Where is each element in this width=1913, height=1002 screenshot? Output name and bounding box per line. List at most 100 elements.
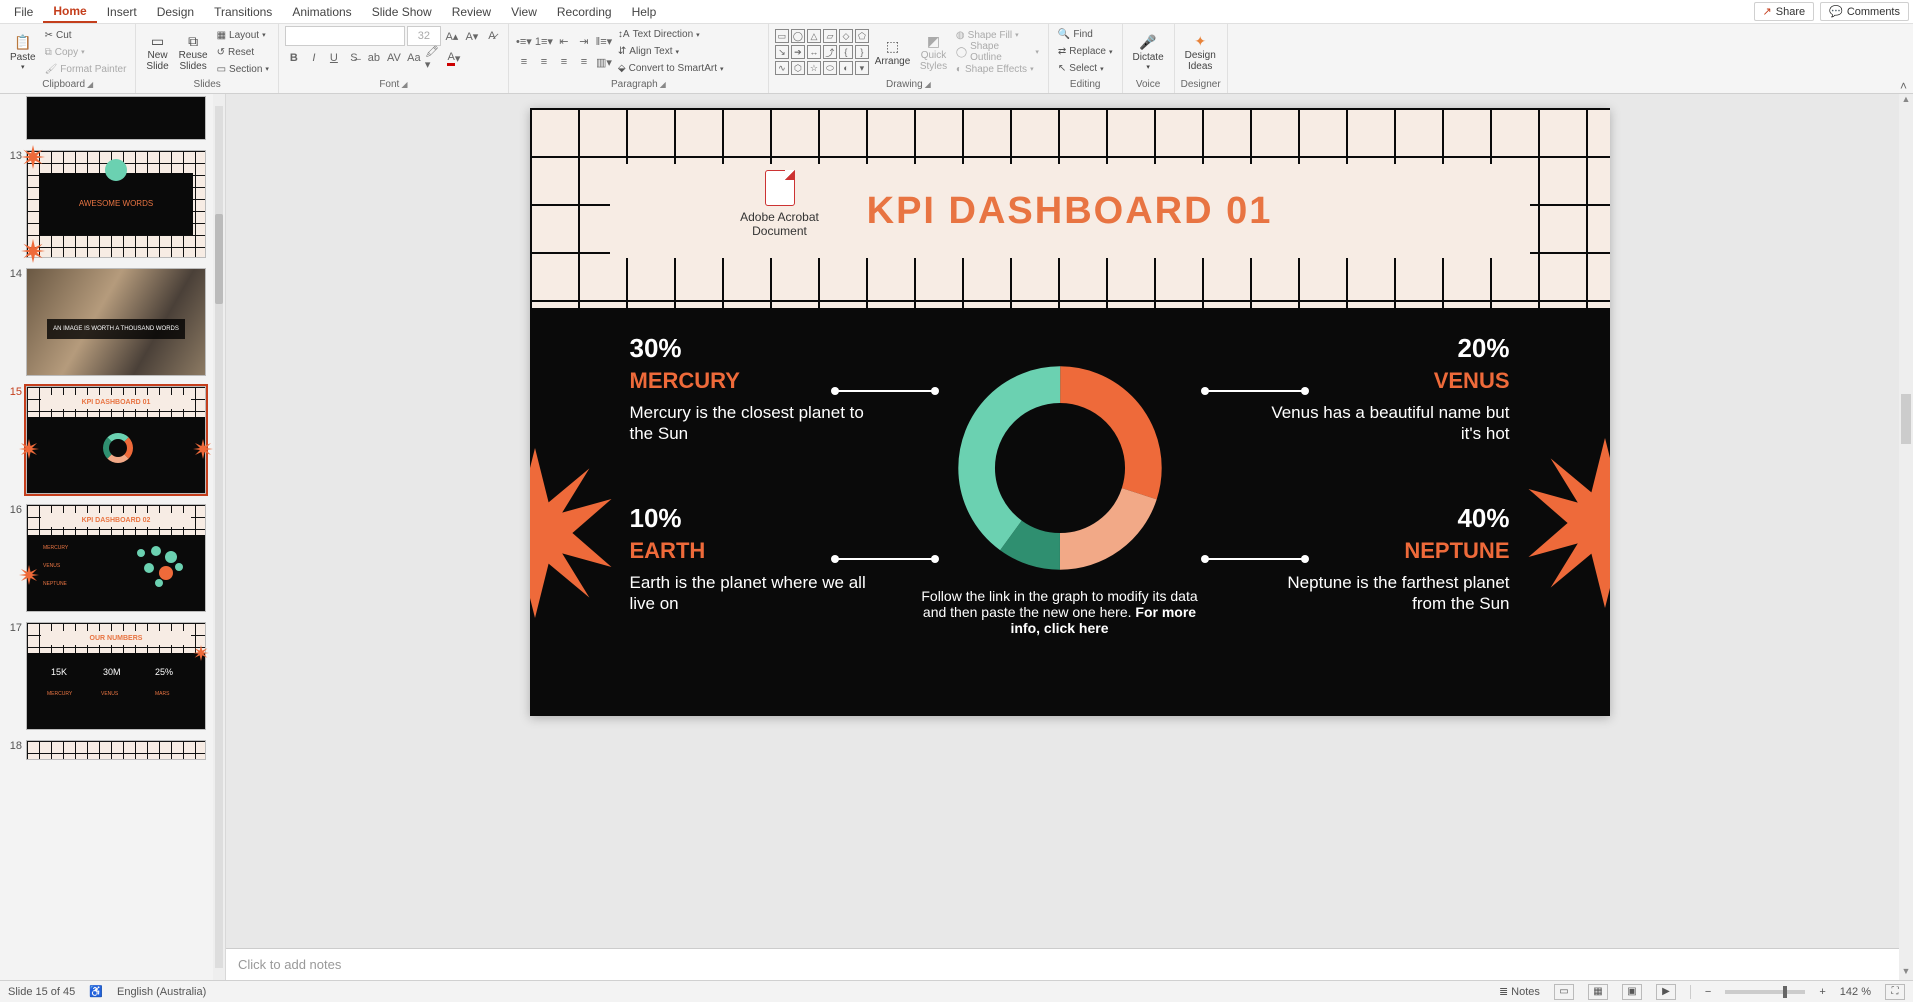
kpi-mercury[interactable]: 30% MERCURY Mercury is the closest plane… (630, 333, 890, 445)
convert-smartart-button[interactable]: ⬙Convert to SmartArt▾ (615, 61, 727, 77)
zoom-level[interactable]: 142 % (1840, 986, 1871, 998)
burst-shape-left[interactable] (530, 448, 620, 618)
underline-button[interactable]: U (325, 49, 343, 67)
shadow-button[interactable]: ab (365, 49, 383, 67)
notes-pane[interactable]: Click to add notes (226, 948, 1913, 980)
tab-help[interactable]: Help (622, 2, 667, 22)
drawing-dialog-launcher[interactable]: ◢ (925, 80, 931, 89)
notes-toggle[interactable]: ≣Notes (1499, 985, 1540, 998)
tab-file[interactable]: File (4, 2, 43, 22)
bold-button[interactable]: B (285, 49, 303, 67)
bullets-button[interactable]: •≡▾ (515, 32, 533, 50)
connector-venus[interactable] (1205, 390, 1305, 392)
replace-button[interactable]: ⇄Replace▾ (1055, 44, 1116, 60)
thumbs-scrollbar[interactable] (213, 94, 225, 980)
line-spacing-button[interactable]: ‖≡▾ (595, 32, 613, 50)
accessibility-icon[interactable]: ♿ (89, 985, 103, 998)
format-painter-button[interactable]: 🖌Format Painter (42, 61, 130, 77)
cut-button[interactable]: ✂Cut (42, 27, 130, 43)
normal-view-button[interactable]: ▭ (1554, 984, 1574, 1000)
copy-button[interactable]: ⧉Copy▾ (42, 44, 130, 60)
dictate-button[interactable]: 🎤Dictate▾ (1129, 26, 1168, 78)
increase-indent-button[interactable]: ⇥ (575, 32, 593, 50)
slide-title[interactable]: KPI DASHBOARD 01 (867, 190, 1273, 233)
new-slide-button[interactable]: ▭New Slide (142, 26, 172, 78)
align-center-button[interactable]: ≡ (535, 53, 553, 71)
align-text-button[interactable]: ⇵Align Text▾ (615, 44, 727, 60)
reuse-slides-button[interactable]: ⧉Reuse Slides (175, 26, 212, 78)
connector-neptune[interactable] (1205, 558, 1305, 560)
zoom-out-button[interactable]: − (1705, 986, 1711, 998)
slide-canvas-area[interactable]: KPI DASHBOARD 01 Adobe Acrobat Document … (226, 94, 1913, 948)
shape-outline-button[interactable]: ◯Shape Outline▾ (953, 44, 1042, 60)
char-spacing-button[interactable]: AV (385, 49, 403, 67)
fit-to-window-button[interactable]: ⛶ (1885, 984, 1905, 1000)
sorter-view-button[interactable]: ▦ (1588, 984, 1608, 1000)
layout-button[interactable]: ▦Layout▾ (214, 27, 272, 43)
change-case-button[interactable]: Aa (405, 49, 423, 67)
shape-effects-button[interactable]: ◐Shape Effects▾ (953, 61, 1042, 77)
embedded-pdf-object[interactable]: Adobe Acrobat Document (725, 170, 835, 238)
tab-transitions[interactable]: Transitions (204, 2, 282, 22)
current-slide[interactable]: KPI DASHBOARD 01 Adobe Acrobat Document … (530, 108, 1610, 716)
editor-scrollbar[interactable]: ▲ ▼ (1899, 94, 1913, 980)
connector-earth[interactable] (835, 558, 935, 560)
font-size-select[interactable] (407, 26, 441, 46)
slide-thumb-14[interactable]: AN IMAGE IS WORTH A THOUSAND WORDS (26, 268, 206, 376)
justify-button[interactable]: ≡ (575, 53, 593, 71)
tab-animations[interactable]: Animations (282, 2, 361, 22)
burst-shape-right[interactable] (1520, 438, 1610, 608)
italic-button[interactable]: I (305, 49, 323, 67)
columns-button[interactable]: ▥▾ (595, 53, 613, 71)
align-left-button[interactable]: ≡ (515, 53, 533, 71)
slide-thumb-17[interactable]: OUR NUMBERS 15K 30M 25% MERCURY VENUS MA… (26, 622, 206, 730)
slide-thumb-13[interactable]: AWESOME WORDS (26, 150, 206, 258)
zoom-in-button[interactable]: + (1819, 986, 1825, 998)
reset-button[interactable]: ↺Reset (214, 44, 272, 60)
slide-thumb-15[interactable]: KPI DASHBOARD 01 (26, 386, 206, 494)
text-direction-button[interactable]: ↕AText Direction▾ (615, 27, 727, 43)
font-color-button[interactable]: A▾ (445, 49, 463, 67)
scroll-up-button[interactable]: ▲ (1899, 94, 1913, 108)
slide-thumb-18[interactable] (26, 740, 206, 760)
numbering-button[interactable]: 1≡▾ (535, 32, 553, 50)
align-right-button[interactable]: ≡ (555, 53, 573, 71)
tab-recording[interactable]: Recording (547, 2, 622, 22)
increase-font-button[interactable]: A▴ (443, 27, 461, 45)
tab-view[interactable]: View (501, 2, 547, 22)
tab-home[interactable]: Home (43, 1, 96, 23)
tab-review[interactable]: Review (442, 2, 501, 22)
quick-styles-button[interactable]: ◩Quick Styles (916, 26, 951, 78)
slide-thumb-16[interactable]: KPI DASHBOARD 02 MERCURY VENUS NEPTUNE (26, 504, 206, 612)
collapse-ribbon-button[interactable]: ˄ (1894, 24, 1913, 93)
font-family-select[interactable] (285, 26, 405, 46)
kpi-venus[interactable]: 20% VENUS Venus has a beautiful name but… (1250, 333, 1510, 445)
font-dialog-launcher[interactable]: ◢ (401, 80, 407, 89)
slide-thumb-12[interactable] (26, 96, 206, 140)
tab-design[interactable]: Design (147, 2, 204, 22)
zoom-slider[interactable] (1725, 990, 1805, 994)
shapes-gallery[interactable]: ▭◯△▱◇⬠ ↘➔↔⤴{} ∿⬡☆⬭◐▾ (775, 29, 869, 75)
strikethrough-button[interactable]: S̶ (345, 49, 363, 67)
tab-insert[interactable]: Insert (97, 2, 147, 22)
share-button[interactable]: ↗Share (1754, 2, 1815, 21)
comments-button[interactable]: 💬Comments (1820, 2, 1909, 21)
highlight-button[interactable]: 🖍▾ (425, 49, 443, 67)
clipboard-dialog-launcher[interactable]: ◢ (87, 80, 93, 89)
decrease-indent-button[interactable]: ⇤ (555, 32, 573, 50)
paragraph-dialog-launcher[interactable]: ◢ (660, 80, 666, 89)
status-slide-counter[interactable]: Slide 15 of 45 (8, 986, 75, 998)
tab-slideshow[interactable]: Slide Show (362, 2, 442, 22)
arrange-button[interactable]: ⬚Arrange (871, 26, 914, 78)
clear-formatting-button[interactable]: A̷ (483, 27, 501, 45)
status-language[interactable]: English (Australia) (117, 986, 206, 998)
reading-view-button[interactable]: ▣ (1622, 984, 1642, 1000)
donut-chart[interactable] (950, 358, 1170, 578)
section-button[interactable]: ▭Section▾ (214, 61, 272, 77)
find-button[interactable]: 🔍Find (1055, 27, 1116, 43)
connector-mercury[interactable] (835, 390, 935, 392)
design-ideas-button[interactable]: ✦Design Ideas (1181, 26, 1220, 78)
slideshow-view-button[interactable]: ▶ (1656, 984, 1676, 1000)
decrease-font-button[interactable]: A▾ (463, 27, 481, 45)
select-button[interactable]: ↖Select▾ (1055, 61, 1116, 77)
